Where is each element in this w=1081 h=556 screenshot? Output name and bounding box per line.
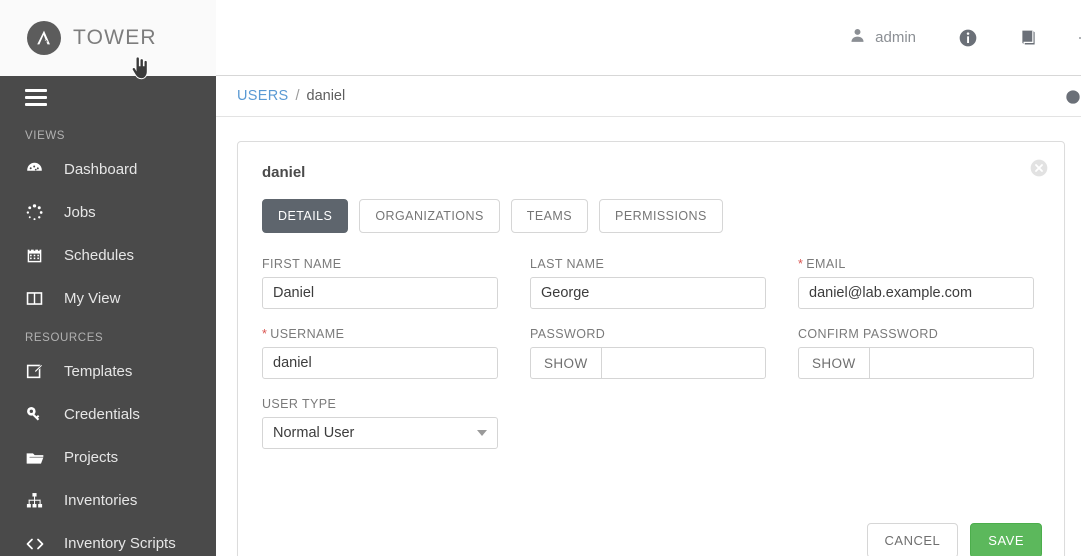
field-last-name: LAST NAME bbox=[530, 257, 766, 309]
sidebar-item-label: Inventory Scripts bbox=[64, 535, 176, 552]
username-input[interactable] bbox=[262, 347, 498, 379]
username-label: * USERNAME bbox=[262, 327, 498, 341]
email-label: * EMAIL bbox=[798, 257, 1034, 271]
password-input-group: SHOW bbox=[530, 347, 766, 379]
sidebar-item-label: Jobs bbox=[64, 204, 96, 221]
field-email: * EMAIL bbox=[798, 257, 1034, 309]
user-type-select[interactable]: Normal User bbox=[262, 417, 498, 449]
tab-details[interactable]: DETAILS bbox=[262, 199, 349, 233]
confirm-password-input-group: SHOW bbox=[798, 347, 1034, 379]
user-icon bbox=[849, 27, 866, 49]
code-icon bbox=[25, 534, 51, 554]
email-input[interactable] bbox=[798, 277, 1034, 309]
required-asterisk: * bbox=[262, 327, 268, 341]
field-user-type: USER TYPE Normal User bbox=[262, 397, 498, 449]
sidebar-item-inventory-scripts[interactable]: Inventory Scripts bbox=[0, 522, 216, 556]
tab-bar: DETAILS ORGANIZATIONS TEAMS PERMISSIONS bbox=[262, 199, 1040, 233]
first-name-input[interactable] bbox=[262, 277, 498, 309]
info-icon[interactable] bbox=[938, 0, 998, 76]
key-icon bbox=[25, 405, 51, 424]
form-row-1: FIRST NAME LAST NAME *EMAIL bbox=[262, 257, 1040, 309]
sidebar-item-jobs[interactable]: Jobs bbox=[0, 191, 216, 234]
content-area: daniel DETAILS ORGANIZATIONS TEAMS PERMI… bbox=[216, 117, 1081, 556]
calendar-icon bbox=[25, 246, 51, 265]
hamburger-bars bbox=[25, 88, 47, 106]
current-user[interactable]: admin bbox=[849, 0, 938, 76]
sidebar-item-credentials[interactable]: Credentials bbox=[0, 393, 216, 436]
user-type-label: USER TYPE bbox=[262, 397, 337, 411]
myview-icon bbox=[25, 289, 51, 308]
password-label: PASSWORD bbox=[530, 327, 606, 341]
hamburger-icon[interactable] bbox=[0, 76, 216, 118]
user-name-label: admin bbox=[875, 29, 916, 46]
sidebar-item-label: Projects bbox=[64, 449, 119, 466]
form-row-3: USER TYPE Normal User bbox=[262, 397, 1040, 449]
required-asterisk: * bbox=[798, 257, 804, 271]
breadcrumb-link-users[interactable]: USERS bbox=[237, 88, 288, 104]
brand-logo[interactable]: TOWER bbox=[0, 0, 216, 76]
breadcrumb-separator: / bbox=[295, 88, 300, 104]
sidebar-item-label: Credentials bbox=[64, 406, 140, 423]
password-input[interactable] bbox=[600, 347, 766, 379]
folder-icon bbox=[25, 448, 51, 468]
tab-teams[interactable]: TEAMS bbox=[510, 199, 589, 233]
tab-permissions[interactable]: PERMISSIONS bbox=[599, 199, 723, 233]
user-detail-card: daniel DETAILS ORGANIZATIONS TEAMS PERMI… bbox=[237, 141, 1065, 556]
sidebar-item-templates[interactable]: Templates bbox=[0, 350, 216, 393]
save-button[interactable]: SAVE bbox=[970, 523, 1042, 556]
breadcrumb-current: daniel bbox=[306, 88, 346, 104]
page-title: daniel bbox=[262, 164, 306, 181]
templates-icon bbox=[25, 362, 51, 381]
confirm-password-input[interactable] bbox=[868, 347, 1034, 379]
sitemap-icon bbox=[25, 491, 51, 510]
sidebar-item-label: My View bbox=[64, 290, 121, 307]
clipped-icon-1[interactable] bbox=[1059, 0, 1081, 76]
book-icon[interactable] bbox=[998, 0, 1059, 76]
field-confirm-password: CONFIRM PASSWORD SHOW bbox=[798, 327, 1034, 379]
sidebar-item-label: Templates bbox=[64, 363, 133, 380]
breadcrumb: USERS / daniel bbox=[216, 76, 1081, 117]
cancel-button[interactable]: CANCEL bbox=[866, 523, 959, 556]
field-password: PASSWORD SHOW bbox=[530, 327, 766, 379]
card-actions: CANCEL SAVE bbox=[866, 523, 1042, 556]
user-type-select-wrap: Normal User bbox=[262, 417, 498, 449]
field-first-name: FIRST NAME bbox=[262, 257, 498, 309]
tab-organizations[interactable]: ORGANIZATIONS bbox=[359, 199, 500, 233]
sidebar: VIEWS Dashboard Jobs Schedules My View R… bbox=[0, 76, 216, 556]
sidebar-item-label: Inventories bbox=[64, 492, 138, 509]
sidebar-item-dashboard[interactable]: Dashboard bbox=[0, 148, 216, 191]
last-name-input[interactable] bbox=[530, 277, 766, 309]
clipped-icon-2[interactable] bbox=[1065, 76, 1081, 117]
confirm-password-label: CONFIRM PASSWORD bbox=[798, 327, 939, 341]
sidebar-heading-resources: RESOURCES bbox=[25, 332, 104, 344]
field-username: * USERNAME bbox=[262, 327, 498, 379]
sidebar-heading-views: VIEWS bbox=[25, 130, 66, 142]
close-circle-icon[interactable] bbox=[1029, 158, 1049, 178]
confirm-password-show-button[interactable]: SHOW bbox=[798, 347, 869, 379]
brand-name: TOWER bbox=[73, 25, 157, 49]
sidebar-item-projects[interactable]: Projects bbox=[0, 436, 216, 479]
main-content: USERS / daniel daniel DETAILS ORGANIZATI… bbox=[216, 76, 1081, 556]
email-label-text: EMAIL bbox=[806, 257, 846, 271]
last-name-label: LAST NAME bbox=[530, 257, 605, 271]
sidebar-item-schedules[interactable]: Schedules bbox=[0, 234, 216, 277]
sidebar-item-inventories[interactable]: Inventories bbox=[0, 479, 216, 522]
password-show-button[interactable]: SHOW bbox=[530, 347, 601, 379]
first-name-label: FIRST NAME bbox=[262, 257, 342, 271]
form-row-2: *USERNAME PASSWORD SHOW CONFIRM PASSWORD bbox=[262, 327, 1040, 379]
sidebar-item-my-view[interactable]: My View bbox=[0, 277, 216, 320]
username-label-text: USERNAME bbox=[270, 327, 345, 341]
sidebar-item-label: Schedules bbox=[64, 247, 135, 264]
dashboard-icon bbox=[25, 160, 51, 179]
tower-user-detail-page: TOWER admin VIEWS Dashboard Jobs Schedul… bbox=[0, 0, 1081, 556]
ansible-a-icon bbox=[27, 20, 61, 55]
jobs-icon bbox=[25, 203, 51, 222]
sidebar-item-label: Dashboard bbox=[64, 161, 138, 178]
top-bar-actions: admin bbox=[849, 0, 1081, 76]
top-bar: TOWER admin bbox=[0, 0, 1081, 76]
